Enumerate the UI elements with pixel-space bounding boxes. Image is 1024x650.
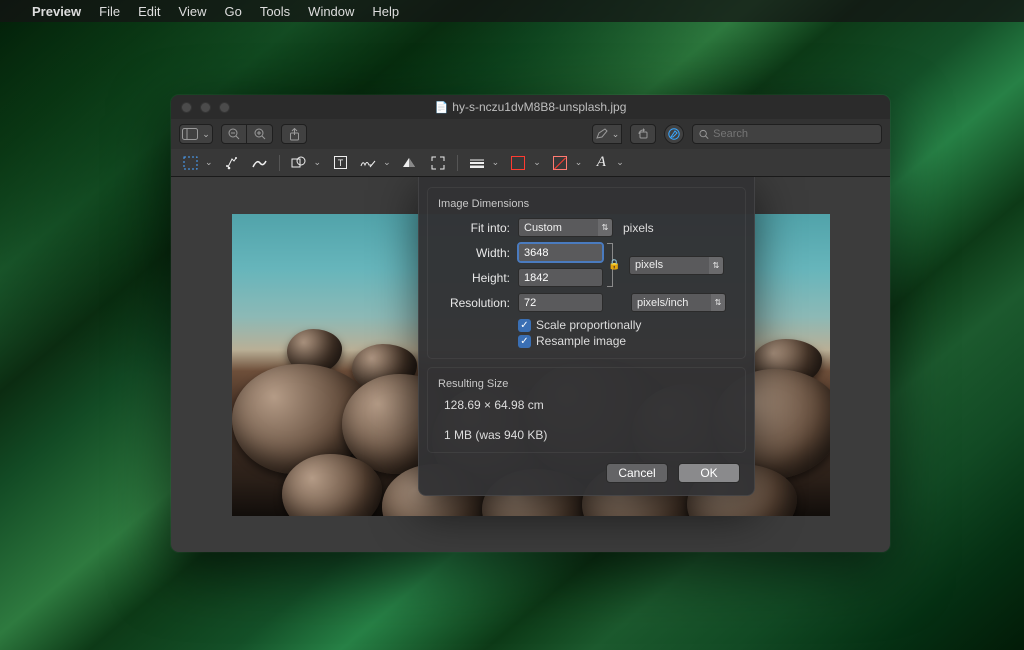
height-input[interactable] xyxy=(518,268,603,287)
shapes-icon[interactable] xyxy=(290,154,308,172)
resolution-input[interactable] xyxy=(518,293,603,312)
markup-toggle-button[interactable] xyxy=(664,124,684,144)
width-input[interactable] xyxy=(518,243,603,262)
sign-icon[interactable] xyxy=(359,154,377,172)
resolution-label: Resolution: xyxy=(440,296,510,310)
svg-text:T: T xyxy=(337,158,343,168)
search-field[interactable] xyxy=(692,124,882,144)
cancel-button[interactable]: Cancel xyxy=(606,463,668,483)
wh-unit-select[interactable]: pixels⇅ xyxy=(629,256,724,275)
zoom-in-button[interactable] xyxy=(247,124,273,144)
result-filesize: 1 MB (was 940 KB) xyxy=(444,428,733,442)
sketch-icon[interactable] xyxy=(251,154,269,172)
adjust-size-icon[interactable] xyxy=(429,154,447,172)
image-canvas: Image Dimensions Fit into: Custom⇅ pixel… xyxy=(171,177,890,552)
menu-window[interactable]: Window xyxy=(308,4,354,19)
search-input[interactable] xyxy=(713,128,875,140)
text-style-icon[interactable]: A xyxy=(592,154,610,172)
lock-icon[interactable]: 🔒 xyxy=(608,260,620,271)
window-titlebar: 📄hy-s-nczu1dvM8B8-unsplash.jpg xyxy=(171,95,890,119)
image-dimensions-group: Image Dimensions Fit into: Custom⇅ pixel… xyxy=(427,187,746,359)
app-menu[interactable]: Preview xyxy=(32,4,81,19)
share-button[interactable] xyxy=(281,124,307,144)
resulting-size-title: Resulting Size xyxy=(438,378,733,390)
preview-window: 📄hy-s-nczu1dvM8B8-unsplash.jpg ⌄ ⌄ xyxy=(171,95,890,552)
adjust-color-icon[interactable] xyxy=(401,154,419,172)
menu-view[interactable]: View xyxy=(179,4,207,19)
border-color-icon[interactable] xyxy=(509,154,527,172)
menu-help[interactable]: Help xyxy=(372,4,399,19)
sidebar-toggle-button[interactable]: ⌄ xyxy=(179,124,213,144)
window-title: 📄hy-s-nczu1dvM8B8-unsplash.jpg xyxy=(171,100,890,114)
rotate-button[interactable] xyxy=(630,124,656,144)
fit-into-unit: pixels xyxy=(623,221,654,235)
menu-tools[interactable]: Tools xyxy=(260,4,290,19)
line-style-icon[interactable] xyxy=(468,154,486,172)
macos-menubar: Preview File Edit View Go Tools Window H… xyxy=(0,0,1024,22)
image-dimensions-title: Image Dimensions xyxy=(438,198,733,210)
checkbox-checked-icon: ✓ xyxy=(518,319,531,332)
menu-go[interactable]: Go xyxy=(224,4,241,19)
document-icon: 📄 xyxy=(435,102,449,114)
checkbox-checked-icon: ✓ xyxy=(518,335,531,348)
search-icon xyxy=(699,129,709,140)
width-label: Width: xyxy=(440,246,510,260)
highlight-button[interactable]: ⌄ xyxy=(592,124,622,144)
resulting-size-group: Resulting Size 128.69 × 64.98 cm 1 MB (w… xyxy=(427,367,746,453)
ok-button[interactable]: OK xyxy=(678,463,740,483)
window-toolbar: ⌄ ⌄ xyxy=(171,119,890,149)
text-icon[interactable]: T xyxy=(331,154,349,172)
fit-into-select[interactable]: Custom⇅ xyxy=(518,218,613,237)
instant-alpha-icon[interactable] xyxy=(223,154,241,172)
menu-edit[interactable]: Edit xyxy=(138,4,160,19)
height-label: Height: xyxy=(440,271,510,285)
zoom-out-button[interactable] xyxy=(221,124,247,144)
adjust-size-dialog: Image Dimensions Fit into: Custom⇅ pixel… xyxy=(418,177,755,496)
resample-image-checkbox[interactable]: ✓ Resample image xyxy=(518,334,733,348)
document-filename: hy-s-nczu1dvM8B8-unsplash.jpg xyxy=(452,100,626,114)
markup-toolbar: ⌄ ⌄ T ⌄ ⌄ ⌄ ⌄ A⌄ xyxy=(171,149,890,177)
result-dimensions: 128.69 × 64.98 cm xyxy=(444,398,733,412)
selection-tool-icon[interactable] xyxy=(181,154,199,172)
menu-file[interactable]: File xyxy=(99,4,120,19)
fit-into-label: Fit into: xyxy=(440,221,510,235)
scale-proportionally-checkbox[interactable]: ✓ Scale proportionally xyxy=(518,318,733,332)
fill-color-icon[interactable] xyxy=(551,154,569,172)
resolution-unit-select[interactable]: pixels/inch⇅ xyxy=(631,293,726,312)
